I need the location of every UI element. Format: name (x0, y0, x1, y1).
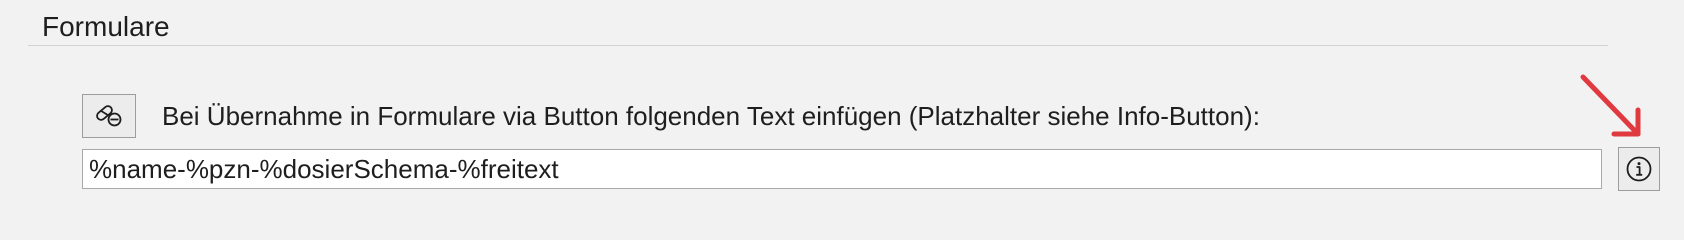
medication-insert-button[interactable] (82, 94, 136, 138)
arrow-down-right-icon (1580, 74, 1641, 137)
section-divider (28, 45, 1608, 46)
info-circle-icon (1626, 156, 1652, 182)
section-title: Formulare (42, 11, 170, 42)
info-button[interactable] (1618, 147, 1660, 191)
pill-icon (96, 105, 122, 127)
insert-template-field[interactable] (82, 149, 1602, 189)
insert-text-label: Bei Übernahme in Formulare via Button fo… (162, 101, 1260, 131)
form-settings-panel: Formulare Bei Übernahme in Formulare via… (0, 0, 1684, 232)
